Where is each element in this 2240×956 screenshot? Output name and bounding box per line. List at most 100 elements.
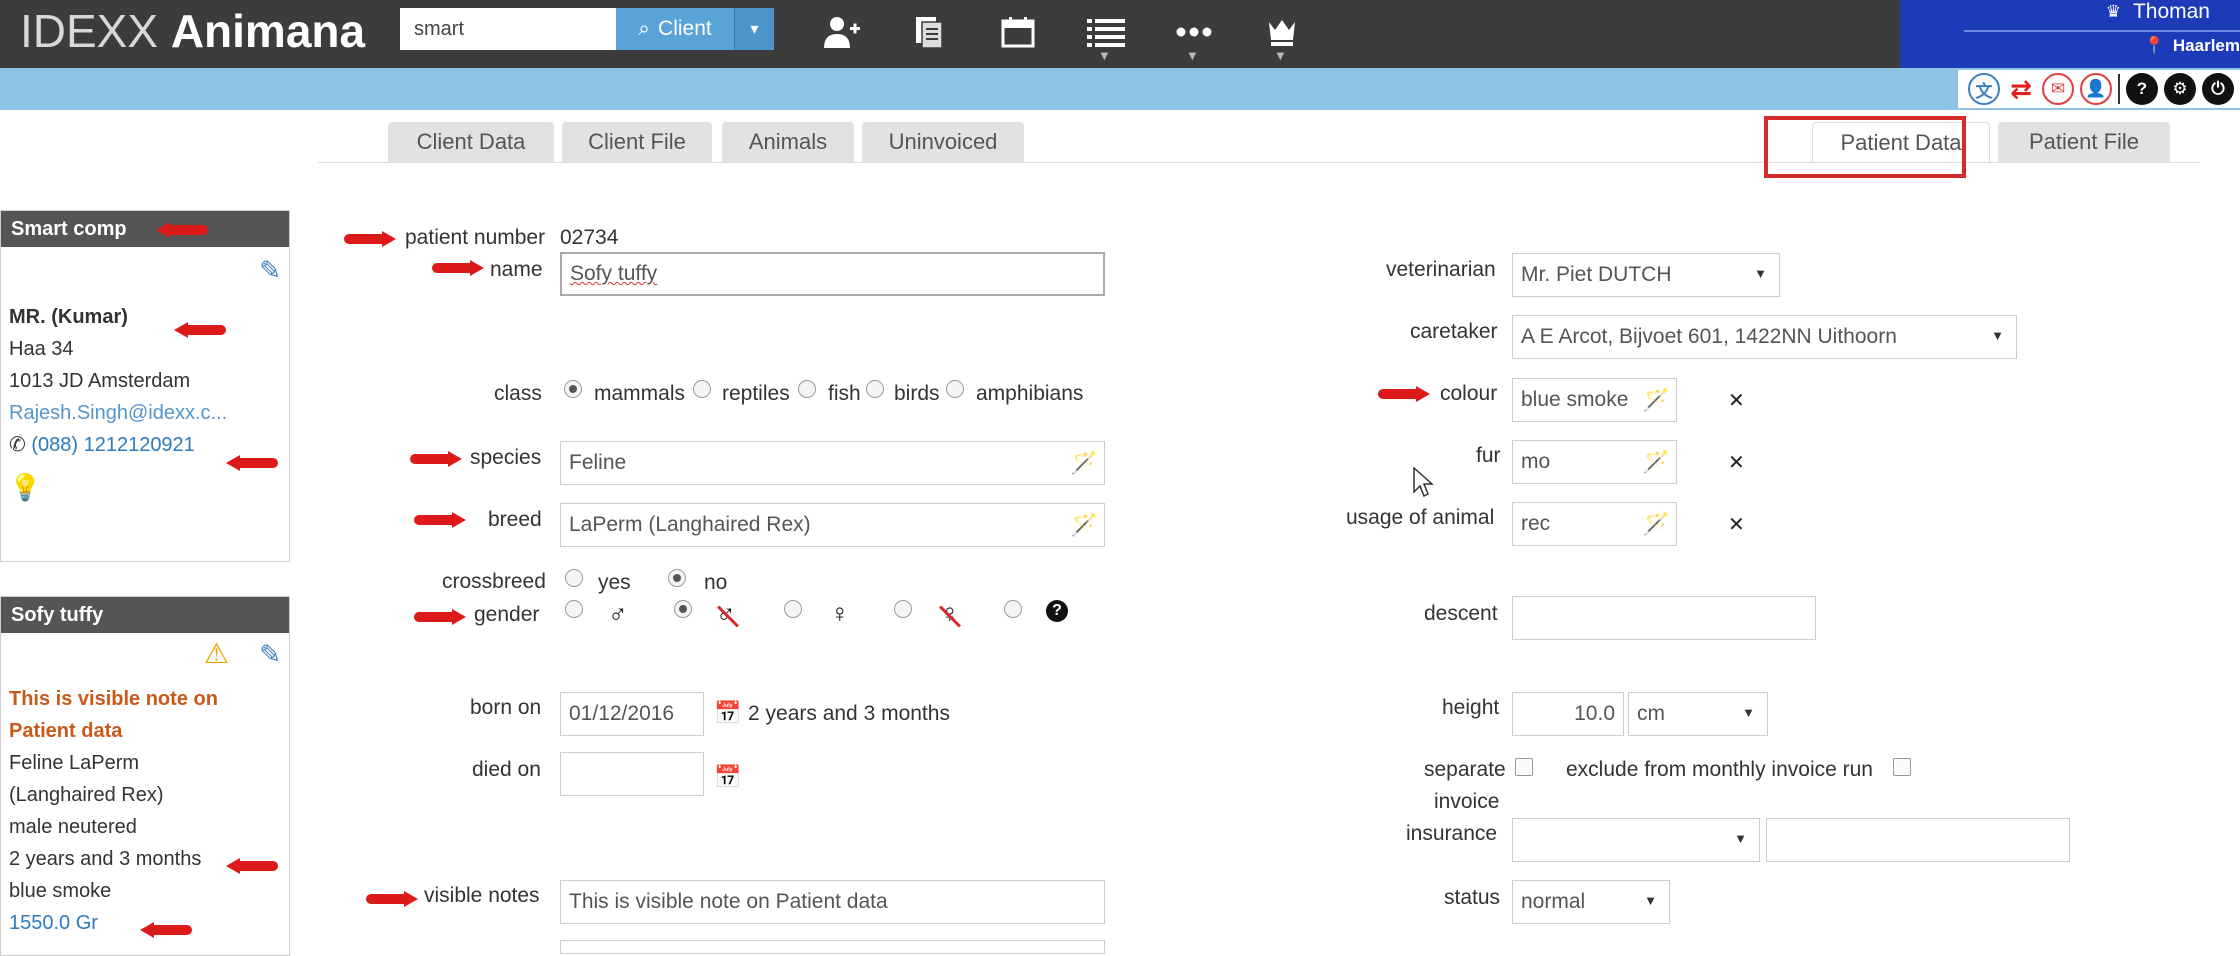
died-on-label: died on — [472, 758, 541, 781]
class-reptiles-radio[interactable] — [693, 380, 711, 398]
veterinarian-value: Mr. Piet DUTCH — [1521, 263, 1672, 286]
client-card-title: Smart comp — [1, 211, 289, 247]
clear-usage-icon[interactable]: ✕ — [1728, 512, 1745, 537]
born-on-input[interactable]: 01/12/2016 — [560, 692, 704, 736]
class-option-label: fish — [828, 382, 861, 405]
visible-notes-label: visible notes — [424, 884, 540, 907]
edit-client-icon[interactable]: ✎ — [259, 255, 281, 286]
patient-species-breed: Feline LaPerm — [9, 752, 140, 774]
magic-wand-icon[interactable]: 🪄 — [1643, 387, 1670, 413]
insurance-label: insurance — [1406, 822, 1498, 845]
magic-wand-icon[interactable]: 🪄 — [1071, 512, 1098, 538]
location-selector[interactable]: 📍 Haarlem — [2144, 36, 2240, 56]
user-alert-icon[interactable]: 👤 — [2080, 73, 2112, 105]
species-input[interactable]: Feline 🪄 — [560, 441, 1105, 485]
secondary-strip: 文 ⇄ ✉ 👤 ? ⚙ ⏻ — [0, 68, 2240, 110]
settings-icon[interactable]: ⚙ — [2164, 73, 2196, 105]
class-birds-radio[interactable] — [866, 380, 884, 398]
died-on-input[interactable] — [560, 752, 704, 796]
edit-patient-icon[interactable]: ✎ — [259, 639, 281, 670]
fur-label: fur — [1476, 444, 1501, 467]
gender-male-radio[interactable] — [565, 600, 583, 618]
magic-wand-icon[interactable]: 🪄 — [1643, 511, 1670, 537]
class-option-label: amphibians — [976, 382, 1084, 405]
highlight-box — [1764, 116, 1966, 178]
gender-unknown-radio[interactable] — [1004, 600, 1022, 618]
class-fish-radio[interactable] — [798, 380, 816, 398]
height-unit-select[interactable]: cm ▼ — [1628, 692, 1768, 736]
add-client-icon[interactable] — [818, 10, 866, 54]
magic-wand-icon[interactable]: 🪄 — [1643, 449, 1670, 475]
name-input[interactable]: Sofy tuffy — [560, 252, 1105, 296]
documents-icon[interactable] — [906, 10, 954, 54]
client-address-line1: Haa 34 — [9, 338, 74, 360]
patient-number-label: patient number — [405, 226, 546, 249]
class-label: class — [494, 382, 542, 405]
tab-patient-file[interactable]: Patient File — [1998, 122, 2170, 162]
magic-wand-icon[interactable]: 🪄 — [1071, 450, 1098, 476]
list-menu-caret[interactable]: ▼ — [1098, 48, 1111, 63]
height-input[interactable]: 10.0 — [1512, 692, 1624, 736]
height-unit-value: cm — [1637, 702, 1665, 725]
caretaker-select[interactable]: A E Arcot, Bijvoet 601, 1422NN Uithoorn … — [1512, 315, 2017, 359]
descent-input[interactable] — [1512, 596, 1816, 640]
crown-caret[interactable]: ▼ — [1274, 48, 1287, 63]
patient-colour: blue smoke — [9, 880, 112, 902]
user-name: Thoman — [2132, 0, 2210, 23]
colour-value: blue smoke — [1521, 388, 1629, 411]
crossbreed-yes-radio[interactable] — [565, 569, 583, 587]
veterinarian-label: veterinarian — [1386, 258, 1496, 281]
search-type-dropdown[interactable]: ▾ — [734, 8, 774, 50]
user-menu[interactable]: ♛ Thoman — [2106, 0, 2210, 24]
colour-input[interactable]: blue smoke 🪄 — [1512, 378, 1677, 422]
calendar-icon[interactable] — [994, 10, 1042, 54]
crossbreed-no-radio[interactable] — [668, 569, 686, 587]
client-phone-link[interactable]: (088) 1212120921 — [31, 434, 194, 456]
clear-colour-icon[interactable]: ✕ — [1728, 388, 1745, 413]
tab-client-data[interactable]: Client Data — [388, 122, 554, 162]
annotation-arrow — [432, 258, 484, 278]
gender-female-spayed-radio[interactable] — [894, 600, 912, 618]
class-mammals-radio[interactable] — [564, 380, 582, 398]
more-caret[interactable]: ▼ — [1186, 48, 1199, 63]
exclude-invoice-checkbox[interactable] — [1893, 758, 1911, 776]
tab-client-file[interactable]: Client File — [562, 122, 712, 162]
search-client-button[interactable]: ⌕ Client — [616, 8, 734, 50]
visible-notes-input[interactable]: This is visible note on Patient data — [560, 880, 1105, 924]
warning-icon[interactable]: ⚠ — [204, 637, 229, 670]
divider — [1964, 30, 2240, 32]
calendar-icon[interactable]: 📅 — [714, 700, 741, 726]
insurance-select[interactable]: ▼ — [1512, 818, 1760, 862]
gender-male-neutered-radio[interactable] — [674, 600, 692, 618]
usage-input[interactable]: rec 🪄 — [1512, 502, 1677, 546]
mail-icon[interactable]: ✉ — [2042, 73, 2074, 105]
crown-icon: ♛ — [2105, 2, 2121, 21]
separate-invoice-checkbox[interactable] — [1515, 758, 1533, 776]
height-value: 10.0 — [1574, 702, 1615, 725]
tab-animals[interactable]: Animals — [722, 122, 854, 162]
swap-arrows-icon[interactable]: ⇄ — [2006, 73, 2036, 105]
client-address-line2: 1013 JD Amsterdam — [9, 370, 191, 392]
power-icon[interactable]: ⏻ — [2202, 73, 2234, 105]
client-email-link[interactable]: Rajesh.Singh@idexx.c... — [9, 397, 281, 429]
lightbulb-icon[interactable]: 💡 — [9, 471, 281, 503]
crossbreed-yes-label: yes — [598, 571, 631, 594]
patient-number: 02734 — [560, 226, 619, 249]
veterinarian-select[interactable]: Mr. Piet DUTCH ▼ — [1512, 253, 1780, 297]
app-logo[interactable]: IDEXX Animana — [20, 4, 365, 58]
clear-fur-icon[interactable]: ✕ — [1728, 450, 1745, 475]
class-amphibians-radio[interactable] — [946, 380, 964, 398]
gender-female-radio[interactable] — [784, 600, 802, 618]
status-select[interactable]: normal ▼ — [1512, 880, 1670, 924]
insurance-number-input[interactable] — [1766, 818, 2070, 862]
age-text: 2 years and 3 months — [748, 702, 950, 725]
translate-icon[interactable]: 文 — [1968, 73, 2000, 105]
annotation-arrow — [156, 220, 208, 240]
search-input[interactable] — [400, 8, 616, 50]
help-icon[interactable]: ? — [2126, 73, 2158, 105]
breed-input[interactable]: LaPerm (Langhaired Rex) 🪄 — [560, 503, 1105, 547]
tab-uninvoiced[interactable]: Uninvoiced — [862, 122, 1024, 162]
fur-input[interactable]: mo 🪄 — [1512, 440, 1677, 484]
separate-invoice-label-2: invoice — [1434, 790, 1500, 813]
calendar-icon[interactable]: 📅 — [714, 764, 741, 790]
